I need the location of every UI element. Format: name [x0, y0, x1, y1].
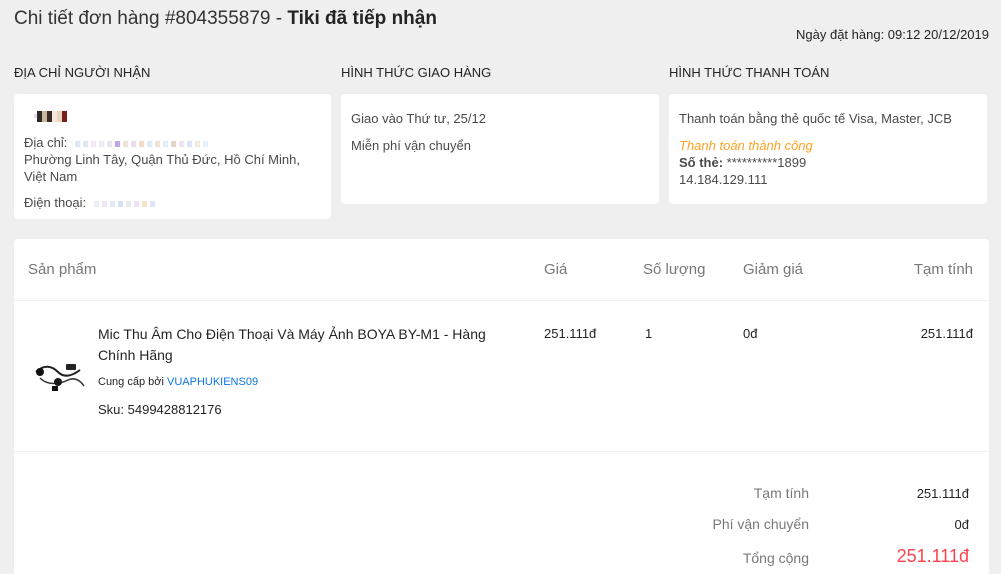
summary-shipping-label: Phí vận chuyển — [712, 516, 809, 532]
item-subtotal: 251.111đ — [920, 326, 973, 341]
recipient-heading: Địa chỉ người nhận — [14, 65, 151, 80]
payment-status: Thanh toán thành công — [679, 138, 813, 153]
phone-redacted — [93, 200, 158, 207]
address-redacted — [74, 140, 211, 147]
seller-info: Cung cấp bởi VUAPHUKIENS09 — [98, 376, 258, 388]
col-qty: Số lượng — [643, 261, 706, 278]
product-thumbnail[interactable] — [30, 342, 90, 402]
payment-card: Thanh toán bằng thẻ quốc tế Visa, Master… — [669, 94, 987, 204]
card-number: **********1899 — [723, 155, 807, 170]
ip-address: 14.184.129.111 — [679, 172, 768, 187]
recipient-name-redacted — [24, 110, 321, 122]
shipping-heading: Hình thức giao hàng — [341, 65, 492, 80]
delivery-date: Giao vào Thứ tư, 25/12 — [351, 111, 486, 126]
phone-label: Điện thoại: — [24, 195, 87, 210]
order-title-prefix: Chi tiết đơn hàng #804355879 - — [14, 8, 288, 29]
payment-heading: Hình thức thanh toán — [669, 65, 830, 80]
summary-subtotal: 251.111đ — [916, 486, 969, 501]
summary-total: 251.111đ — [896, 546, 969, 566]
card-number-row: Số thẻ: **********1899 — [679, 154, 977, 171]
table-row: Mic Thu Âm Cho Điện Thoại Và Máy Ảnh BOY… — [14, 302, 989, 452]
summary-subtotal-label: Tạm tính — [753, 485, 809, 501]
recipient-phone: Điện thoại: — [24, 194, 321, 211]
product-name[interactable]: Mic Thu Âm Cho Điện Thoại Và Máy Ảnh BOY… — [98, 324, 498, 366]
table-header: Sản phẩm Giá Số lượng Giảm giá Tạm tính — [14, 239, 989, 301]
col-subtotal: Tạm tính — [913, 261, 973, 278]
order-items-table: Sản phẩm Giá Số lượng Giảm giá Tạm tính … — [14, 239, 989, 574]
recipient-card: Địa chỉ: Phường Linh Tây, Quận Thủ Đức, … — [14, 94, 331, 219]
seller-prefix: Cung cấp bởi — [98, 376, 167, 388]
shipping-fee-text: Miễn phí vận chuyển — [351, 138, 471, 153]
address-text: Phường Linh Tây, Quận Thủ Đức, Hồ Chí Mi… — [24, 152, 300, 184]
item-qty: 1 — [645, 326, 653, 341]
product-sku: Sku: 5499428812176 — [98, 402, 222, 417]
item-price: 251.111đ — [544, 326, 597, 341]
col-product: Sản phẩm — [28, 261, 97, 278]
col-price: Giá — [544, 261, 568, 278]
seller-link[interactable]: VUAPHUKIENS09 — [167, 376, 258, 388]
order-status: Tiki đã tiếp nhận — [287, 8, 437, 29]
shipping-card: Giao vào Thứ tư, 25/12 Miễn phí vận chuy… — [341, 94, 659, 204]
summary-shipping: 0đ — [954, 517, 969, 532]
summary-total-label: Tổng cộng — [742, 550, 809, 566]
item-discount: 0đ — [743, 326, 758, 341]
order-header: Chi tiết đơn hàng #804355879 - Tiki đã t… — [14, 8, 989, 48]
recipient-address: Địa chỉ: Phường Linh Tây, Quận Thủ Đức, … — [24, 134, 321, 185]
payment-method: Thanh toán bằng thẻ quốc tế Visa, Master… — [679, 111, 952, 126]
col-discount: Giảm giá — [743, 261, 804, 278]
order-date: Ngày đặt hàng: 09:12 20/12/2019 — [796, 27, 989, 42]
card-number-label: Số thẻ: — [679, 155, 724, 170]
address-label: Địa chỉ: — [24, 135, 68, 150]
